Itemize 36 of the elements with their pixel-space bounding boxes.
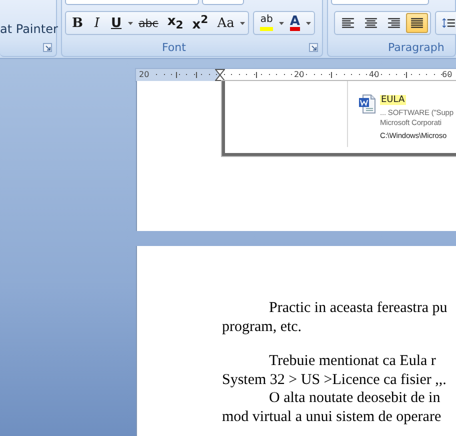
highlight-button[interactable]: ab [256, 13, 277, 33]
change-case-button[interactable]: Aa [213, 13, 238, 33]
align-center-icon [364, 17, 378, 29]
italic-button[interactable]: I [88, 13, 106, 33]
bold-button[interactable]: B [68, 13, 87, 33]
ruler-number: 20 [139, 69, 150, 81]
group-label: Font [162, 41, 186, 54]
superscript-button[interactable]: x$^{2}$ [188, 13, 212, 33]
dialog-launcher-icon[interactable] [43, 43, 52, 52]
document-icon [358, 94, 376, 114]
ruler-number: 20 [294, 69, 304, 81]
dropdown-arrow-icon[interactable] [126, 20, 134, 26]
dropdown-arrow-icon[interactable] [278, 20, 285, 26]
dialog-launcher-icon[interactable] [309, 43, 318, 52]
ruler-number: 60 [442, 69, 452, 81]
underline-button[interactable]: U [107, 13, 126, 33]
align-left-icon [341, 17, 355, 29]
group-label: Paragraph [388, 41, 446, 54]
text-line: program, etc. [222, 318, 302, 336]
ruler-number: 40 [369, 69, 380, 81]
text-line: Practic in aceasta fereastra pu [268, 299, 448, 318]
text-line: mod virtual a unui sistem de operare [222, 408, 442, 426]
strikethrough-button[interactable]: abc [134, 13, 162, 33]
dropdown-arrow-icon[interactable] [239, 20, 246, 26]
justify-icon [410, 17, 424, 29]
font-color-button[interactable]: A [286, 13, 304, 33]
result-title[interactable]: EULA [380, 95, 406, 105]
align-right-icon [387, 17, 401, 29]
text-line: System 32 > US >Licence ca fisier ,,. [222, 370, 446, 389]
subscript-button[interactable]: x$_{2}$ [163, 13, 188, 33]
justify-button[interactable] [406, 13, 428, 33]
dropdown-arrow-icon[interactable] [304, 20, 312, 26]
text-line: O alta noutate deosebit de in [268, 389, 440, 408]
text-line: Trebuie mentionat ca Eula r [268, 352, 436, 370]
line-spacing-icon [442, 17, 456, 29]
indent-marker[interactable] [215, 69, 225, 81]
